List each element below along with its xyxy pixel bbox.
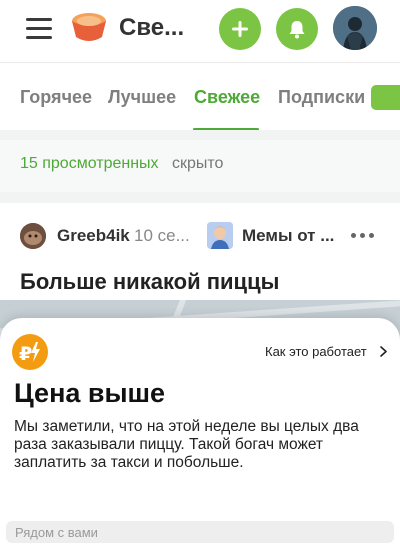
community-avatar[interactable] (207, 222, 233, 249)
bell-icon (289, 21, 305, 39)
tab-subscriptions[interactable]: Подписки (278, 87, 365, 108)
notifications-button[interactable] (276, 8, 318, 50)
how-it-works-link[interactable]: Как это работает (265, 344, 367, 359)
top-app-bar: Све... (0, 0, 400, 62)
tab-fresh[interactable]: Свежее (194, 87, 260, 108)
post-card: Greeb4ik 10 се... Мемы от ... Больше ник… (0, 203, 400, 313)
sheet-title: Цена выше (14, 378, 166, 408)
avatar-image (207, 222, 233, 249)
post-time: 10 се... (134, 226, 190, 245)
hidden-label: скрыто (172, 155, 224, 172)
ruble-surge-icon: ₽ (12, 334, 48, 370)
svg-text:₽: ₽ (19, 343, 32, 365)
community-name[interactable]: Мемы от ... (242, 226, 334, 246)
chevron-right-icon[interactable] (379, 346, 388, 357)
author-name[interactable]: Greeb4ik (57, 226, 130, 246)
viewed-count-link[interactable]: 15 просмотренных (20, 155, 159, 173)
tab-badge (371, 85, 400, 110)
feed-tabs: Горячее Лучшее Свежее Подписки (0, 62, 400, 131)
section-divider (0, 130, 400, 140)
post-title[interactable]: Больше никакой пиццы (20, 269, 279, 295)
more-options-icon[interactable] (351, 233, 375, 239)
section-divider (0, 192, 400, 203)
tab-best[interactable]: Лучшее (108, 87, 176, 108)
add-post-button[interactable] (219, 8, 261, 50)
app-logo-icon[interactable] (70, 11, 108, 45)
avatar-image (333, 6, 377, 50)
menu-icon[interactable] (26, 16, 52, 40)
avatar-image (20, 223, 46, 249)
tab-hot[interactable]: Горячее (20, 87, 92, 108)
price-bottom-sheet: ₽ Как это работает Цена выше Мы заметили… (0, 318, 400, 549)
nearby-label: Рядом с вами (15, 525, 98, 540)
sheet-description: Мы заметили, что на этой неделе вы целых… (14, 418, 359, 471)
author-avatar[interactable] (20, 223, 46, 249)
page-title: Све... (119, 14, 185, 41)
nearby-field[interactable]: Рядом с вами (6, 521, 394, 543)
plus-icon (232, 21, 248, 37)
profile-avatar[interactable] (333, 6, 377, 50)
hidden-posts-notice: 15 просмотренных скрыто (0, 140, 400, 192)
